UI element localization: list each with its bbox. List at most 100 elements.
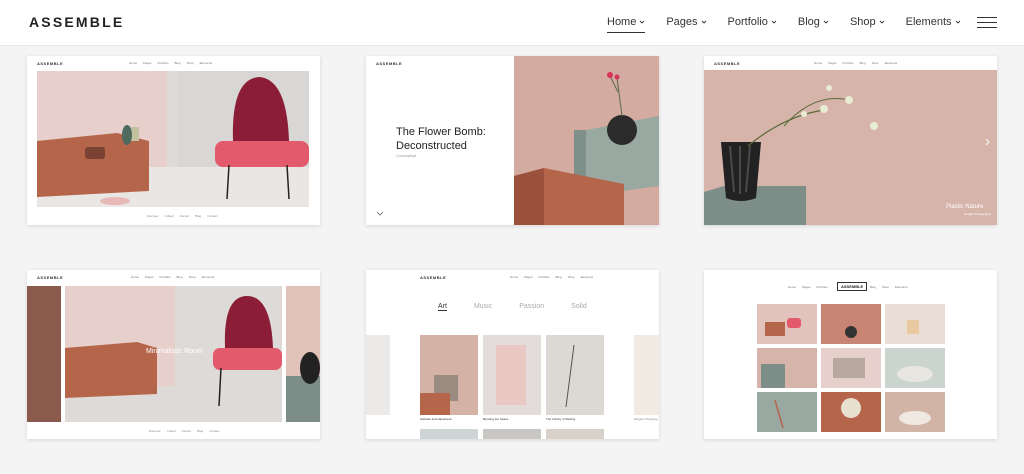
nav-item-home[interactable]: Home (607, 16, 646, 33)
top-navigation-bar: ASSEMBLE Home Pages Portfolio Blog Shop … (0, 0, 1024, 46)
item-caption: The Artistry of Waiting (546, 417, 576, 421)
mini-nav-item: Shop (186, 61, 194, 65)
tab-music[interactable]: Music (474, 303, 492, 311)
nav-item-elements[interactable]: Elements (906, 16, 961, 28)
hero-image (514, 56, 659, 225)
mini-nav: Home Pages Portfolio Blog Shop Elements (814, 61, 897, 65)
mini-nav-item: Pages (802, 285, 811, 289)
mini-nav: Home Pages Portfolio Blog Shop Elements (131, 275, 214, 279)
mini-brand-boxed: ASSEMBLE (837, 282, 868, 291)
demo-card-5[interactable]: ASSEMBLE Home Pages Portfolio Blog Shop Eleme… (366, 270, 659, 439)
mini-nav-item: Shop (871, 61, 879, 65)
demo-card-3[interactable]: ASSEMBLE Home Pages Portfolio Blog Shop Eleme… (704, 56, 997, 225)
demo-card-1[interactable]: ASSEMBLE Home Pages Portfolio Blog Shop Eleme… (27, 56, 320, 225)
nav-label: Portfolio (727, 16, 768, 28)
mini-foot-item: Collect (166, 429, 176, 433)
mini-foot-item: Interior (179, 214, 190, 218)
mini-nav-item: Pages (524, 275, 533, 279)
mini-nav-item: Elements (884, 61, 898, 65)
hero-image (37, 71, 309, 207)
nav-item-pages[interactable]: Pages (666, 16, 706, 28)
portfolio-grid (366, 335, 659, 439)
mini-foot-item: Blog (195, 214, 202, 218)
demo-card-6[interactable]: Home Pages Portfolio ASSEMBLE Blog Shop Elem… (704, 270, 997, 439)
demo-card-2[interactable]: ASSEMBLE The Flower Bomb: Deconstructed … (366, 56, 659, 225)
nav-label: Blog (797, 16, 820, 28)
slide-caption: Minimalistic Room (146, 348, 203, 355)
mini-brand: ASSEMBLE (37, 274, 64, 280)
mini-nav-item: Pages (145, 275, 154, 279)
hero-image (704, 70, 997, 225)
hero-title-line: The Flower Bomb: (396, 126, 486, 138)
mini-nav-item: Elements (201, 275, 215, 279)
mini-nav-item: Home (788, 285, 797, 289)
slide-caption: Plastic Nature (946, 204, 984, 210)
mini-brand: ASSEMBLE (420, 274, 447, 280)
mini-nav-item: Elements (895, 285, 908, 289)
mini-nav-item: Portfolio (538, 275, 550, 279)
nav-label: Home (607, 16, 637, 28)
hamburger-menu-icon[interactable] (977, 17, 997, 29)
mini-brand: ASSEMBLE (37, 60, 64, 66)
mini-nav: Home Pages Portfolio Blog Shop Elements (510, 275, 593, 279)
mini-foot-item: Blog (197, 429, 204, 433)
item-caption: Solitude and Happiness (420, 417, 452, 421)
chevron-down-icon[interactable] (376, 211, 384, 217)
nav-label: Elements (905, 16, 952, 28)
mini-nav-item: Home (510, 275, 519, 279)
mini-footer: Discover Collect Interior Blog Contact (149, 429, 220, 433)
mini-nav-item: Elements (580, 275, 594, 279)
mini-foot-item: Discover (149, 429, 161, 433)
hero-title: The Flower Bomb: Deconstructed (396, 125, 486, 153)
mini-nav-item: Blog (859, 61, 866, 65)
mini-foot-item: Interior (181, 429, 192, 433)
tab-art[interactable]: Art (438, 303, 447, 311)
mini-foot-item: Discover (147, 214, 159, 218)
chevron-down-icon (771, 20, 777, 24)
mini-nav: Home Pages Portfolio Blog Shop Elements (129, 61, 212, 65)
mini-nav-item: Home (814, 61, 823, 65)
tab-passion[interactable]: Passion (519, 303, 544, 311)
nav-label: Shop (849, 16, 876, 28)
filter-tabs: Art Music Passion Solid (438, 303, 587, 311)
chevron-down-icon (879, 20, 884, 24)
chevron-down-icon (701, 20, 706, 24)
mini-nav-item: Portfolio (157, 61, 169, 65)
tab-solid[interactable]: Solid (571, 303, 587, 311)
chevron-down-icon (955, 20, 960, 24)
mini-nav-item: Portfolio (842, 61, 854, 65)
nav-item-blog[interactable]: Blog (798, 16, 829, 28)
nav-item-shop[interactable]: Shop (850, 16, 885, 28)
mini-footer: Discover Collect Interior Blog Contact (147, 214, 218, 218)
mini-nav-item: Portfolio (159, 275, 171, 279)
mini-nav-item: Pages (828, 61, 837, 65)
mini-nav-item: Elements (199, 61, 213, 65)
mini-nav-item: Shop (567, 275, 575, 279)
chevron-down-icon (823, 20, 829, 24)
mini-nav-item: Blog (870, 285, 877, 289)
mini-nav-item: Home (131, 275, 140, 279)
mini-nav-right: Blog Shop Elements (870, 285, 908, 289)
mini-nav-left: Home Pages Portfolio (788, 285, 828, 289)
mini-nav-item: Blog (555, 275, 562, 279)
demo-card-4[interactable]: ASSEMBLE Home Pages Portfolio Blog Shop Eleme… (27, 270, 320, 439)
mini-nav-item: Portfolio (816, 285, 828, 289)
mini-nav-item: Shop (188, 275, 196, 279)
chevron-down-icon (640, 20, 645, 24)
mini-nav-item: Pages (143, 61, 152, 65)
mini-foot-item: Contact (209, 429, 220, 433)
mini-foot-item: Collect (164, 214, 174, 218)
mini-nav-item: Blog (174, 61, 181, 65)
hero-subtitle: Conceptual (396, 153, 417, 158)
mini-foot-item: Contact (207, 214, 218, 218)
hero-title-line: Deconstructed (396, 140, 467, 152)
chevron-right-icon[interactable] (985, 138, 991, 146)
brand-logo[interactable]: ASSEMBLE (29, 14, 124, 30)
gallery-grid (757, 304, 945, 432)
mini-brand: ASSEMBLE (714, 60, 741, 66)
nav-item-portfolio[interactable]: Portfolio (728, 16, 777, 28)
slide-subcaption: Design Photography (964, 212, 992, 216)
mini-brand: ASSEMBLE (376, 60, 403, 66)
item-caption: Elegant Shopping (634, 417, 658, 421)
nav-label: Pages (666, 16, 698, 28)
